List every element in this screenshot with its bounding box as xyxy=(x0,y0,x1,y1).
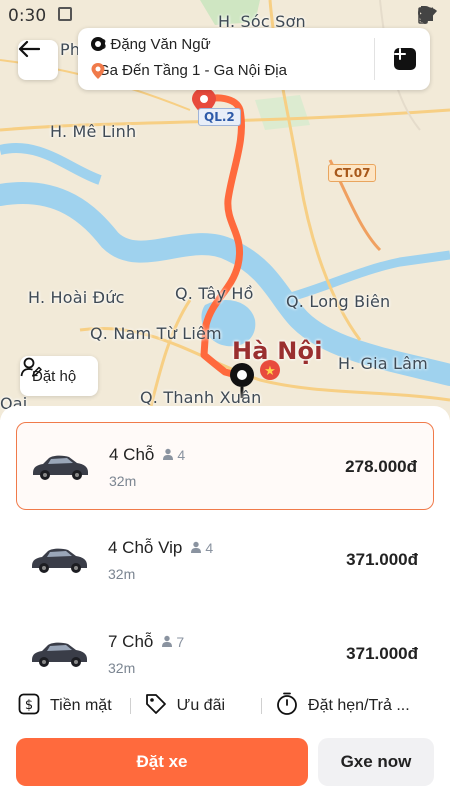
car-icon xyxy=(28,542,90,581)
vehicle-price: 371.000đ xyxy=(346,550,418,569)
map-label-tay-ho: Q. Tây Hồ xyxy=(175,284,254,303)
promo-label: Ưu đãi xyxy=(176,697,226,714)
seat-count-value: 4 xyxy=(177,447,186,463)
seat-count: 4 xyxy=(162,447,185,463)
book-ride-button[interactable]: Đặt xe xyxy=(16,738,308,786)
dollar-icon: $ xyxy=(18,693,40,720)
map-label-thanh-xuan: Q. Thanh Xuân xyxy=(140,388,262,407)
vehicle-option-4-seat-vip[interactable]: 4 Chỗ Vip 4 32m 371.000đ xyxy=(16,516,434,604)
options-separator xyxy=(261,698,263,714)
seat-person-icon xyxy=(162,447,174,463)
schedule-button[interactable]: Đặt hẹn/Trả ... xyxy=(276,692,410,721)
route-card[interactable]: 8 Đặng Văn Ngữ Ga Đến Tầng 1 - Ga Nội Đị… xyxy=(78,28,430,90)
route-card-divider xyxy=(374,38,375,80)
payment-method-label: Tiền mặt xyxy=(50,697,112,714)
svg-text:$: $ xyxy=(25,698,33,713)
map-view[interactable]: ★ H. Sóc Sơn Phúc H. Mê Linh H. Hoài Đức… xyxy=(0,0,450,420)
options-bar: $ Tiền mặt Ưu đãi Đặt hẹn/Trả ... xyxy=(0,688,450,724)
destination-row[interactable]: Ga Đến Tầng 1 - Ga Nội Địa xyxy=(90,62,287,79)
options-separator xyxy=(129,698,131,714)
map-label-me-linh: H. Mê Linh xyxy=(50,122,137,141)
vehicle-name: 4 Chỗ Vip 4 xyxy=(108,538,213,558)
destination-address: Ga Đến Tầng 1 - Ga Nội Địa xyxy=(98,62,287,79)
map-label-gia-lam: H. Gia Lâm xyxy=(338,354,428,373)
vehicle-eta: 32m xyxy=(108,566,136,582)
pickup-row[interactable]: 8 Đặng Văn Ngữ xyxy=(90,36,211,53)
car-icon xyxy=(28,636,90,675)
vehicle-name: 4 Chỗ 4 xyxy=(109,445,185,465)
gallery-icon xyxy=(58,7,72,21)
status-time: 0:30 xyxy=(8,6,47,26)
seat-count: 7 xyxy=(161,634,184,650)
seat-count: 4 xyxy=(190,540,213,556)
svg-text:★: ★ xyxy=(264,364,276,379)
seat-count-value: 4 xyxy=(205,540,214,556)
vehicle-name: 7 Chỗ 7 xyxy=(108,632,184,652)
vehicle-name-text: 4 Chỗ Vip xyxy=(108,538,183,557)
pickup-address: 8 Đặng Văn Ngữ xyxy=(98,36,211,53)
map-label-hoai-duc: H. Hoài Đức xyxy=(28,288,125,307)
book-for-others-button[interactable]: Đặt hộ xyxy=(20,356,99,396)
schedule-label: Đặt hẹn/Trả ... xyxy=(308,697,410,714)
road-badge-ql2: QL.2 xyxy=(198,108,241,126)
seat-count-value: 7 xyxy=(176,634,185,650)
seat-person-icon xyxy=(161,634,173,650)
promo-button[interactable]: Ưu đãi xyxy=(145,693,225,720)
map-label-nam-tu-liem: Q. Nam Từ Liêm xyxy=(90,324,222,343)
timer-icon xyxy=(276,692,298,721)
vehicle-name-text: 4 Chỗ xyxy=(109,445,155,464)
back-button[interactable] xyxy=(18,40,58,80)
seat-person-icon xyxy=(190,540,202,556)
vehicle-option-4-seat[interactable]: 4 Chỗ 4 32m 278.000đ xyxy=(16,422,434,510)
road-badge-ct07: CT.07 xyxy=(328,164,377,182)
vehicle-price: 278.000đ xyxy=(345,457,417,476)
tag-icon xyxy=(145,693,167,720)
vehicle-price: 371.000đ xyxy=(346,644,418,663)
vehicle-name-text: 7 Chỗ xyxy=(108,632,154,651)
vehicle-option-7-seat[interactable]: 7 Chỗ 7 32m 371.000đ xyxy=(16,610,434,698)
map-label-ha-noi: Hà Nội xyxy=(232,337,323,365)
vehicle-sheet: 4 Chỗ 4 32m 278.000đ 4 Chỗ Vip 4 32m 371… xyxy=(0,406,450,800)
vehicle-eta: 32m xyxy=(108,660,136,676)
gxe-now-button[interactable]: Gxe now xyxy=(318,738,434,786)
payment-method-button[interactable]: $ Tiền mặt xyxy=(18,693,112,720)
vehicle-eta: 32m xyxy=(109,473,137,489)
add-stop-button[interactable] xyxy=(394,48,416,70)
map-label-long-bien: Q. Long Biên xyxy=(286,292,391,311)
car-icon xyxy=(29,449,91,488)
